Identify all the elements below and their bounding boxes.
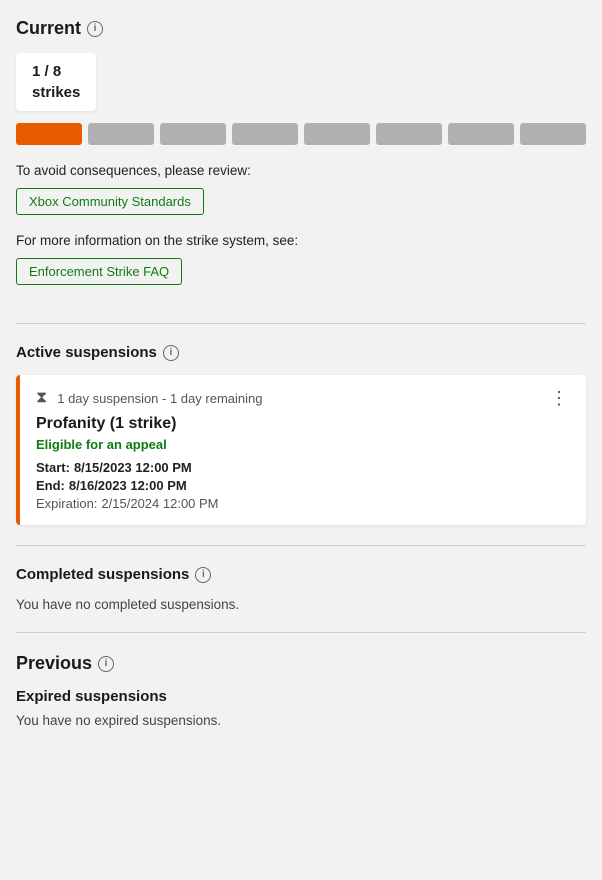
strikes-label: strikes xyxy=(32,82,80,103)
completed-suspensions-section: Completed suspensions i You have no comp… xyxy=(16,566,586,612)
active-suspensions-section: Active suspensions i ⧗ 1 day suspension … xyxy=(16,344,586,525)
strikes-box: 1 / 8 strikes xyxy=(16,53,96,111)
suspension-title: Profanity (1 strike) xyxy=(36,415,572,433)
expiration-row: Expiration: 2/15/2024 12:00 PM xyxy=(36,496,572,511)
strike-segment-5 xyxy=(304,123,370,145)
current-section: Current i 1 / 8 strikes To avoid consequ… xyxy=(16,18,586,303)
strike-segment-8 xyxy=(520,123,586,145)
eligible-text: Eligible for an appeal xyxy=(36,437,572,452)
start-label: Start: xyxy=(36,460,70,475)
strike-segment-1 xyxy=(16,123,82,145)
hourglass-icon: ⧗ xyxy=(36,389,47,407)
no-completed-text: You have no completed suspensions. xyxy=(16,597,586,612)
completed-suspensions-title-text: Completed suspensions xyxy=(16,566,189,583)
strike-segment-2 xyxy=(88,123,154,145)
strike-segment-7 xyxy=(448,123,514,145)
no-expired-text: You have no expired suspensions. xyxy=(16,713,586,728)
current-info-icon[interactable]: i xyxy=(87,21,103,37)
active-suspensions-title: Active suspensions i xyxy=(16,344,586,361)
expiration-label: Expiration: xyxy=(36,496,97,511)
end-label: End: xyxy=(36,478,65,493)
current-title-text: Current xyxy=(16,18,81,39)
divider-3 xyxy=(16,632,586,633)
strikes-count: 1 / 8 xyxy=(32,61,80,82)
expiration-value: 2/15/2024 12:00 PM xyxy=(101,496,218,511)
suspension-card: ⧗ 1 day suspension - 1 day remaining ⋮ P… xyxy=(16,375,586,525)
active-suspensions-info-icon[interactable]: i xyxy=(163,345,179,361)
strike-segment-4 xyxy=(232,123,298,145)
expired-title: Expired suspensions xyxy=(16,688,586,705)
divider-2 xyxy=(16,545,586,546)
faq-button[interactable]: Enforcement Strike FAQ xyxy=(16,258,182,285)
active-suspensions-title-text: Active suspensions xyxy=(16,344,157,361)
strike-segment-3 xyxy=(160,123,226,145)
community-standards-button[interactable]: Xbox Community Standards xyxy=(16,188,204,215)
start-row: Start: 8/15/2023 12:00 PM xyxy=(36,460,572,475)
current-title: Current i xyxy=(16,18,586,39)
previous-title: Previous i xyxy=(16,653,586,674)
suspension-more-button[interactable]: ⋮ xyxy=(546,389,572,407)
strikes-bar xyxy=(16,123,586,145)
end-value: 8/16/2023 12:00 PM xyxy=(69,478,187,493)
card-header-left: ⧗ 1 day suspension - 1 day remaining xyxy=(36,389,262,407)
page-container: Current i 1 / 8 strikes To avoid consequ… xyxy=(0,0,602,768)
divider-1 xyxy=(16,323,586,324)
completed-suspensions-title: Completed suspensions i xyxy=(16,566,586,583)
start-value: 8/15/2023 12:00 PM xyxy=(74,460,192,475)
previous-title-text: Previous xyxy=(16,653,92,674)
more-info-text: For more information on the strike syste… xyxy=(16,233,586,248)
suspension-header-text: 1 day suspension - 1 day remaining xyxy=(57,391,262,406)
previous-info-icon[interactable]: i xyxy=(98,656,114,672)
review-prompt-text: To avoid consequences, please review: xyxy=(16,163,586,178)
previous-section: Previous i Expired suspensions You have … xyxy=(16,653,586,728)
end-row: End: 8/16/2023 12:00 PM xyxy=(36,478,572,493)
completed-info-icon[interactable]: i xyxy=(195,567,211,583)
strike-segment-6 xyxy=(376,123,442,145)
card-header: ⧗ 1 day suspension - 1 day remaining ⋮ xyxy=(36,389,572,407)
